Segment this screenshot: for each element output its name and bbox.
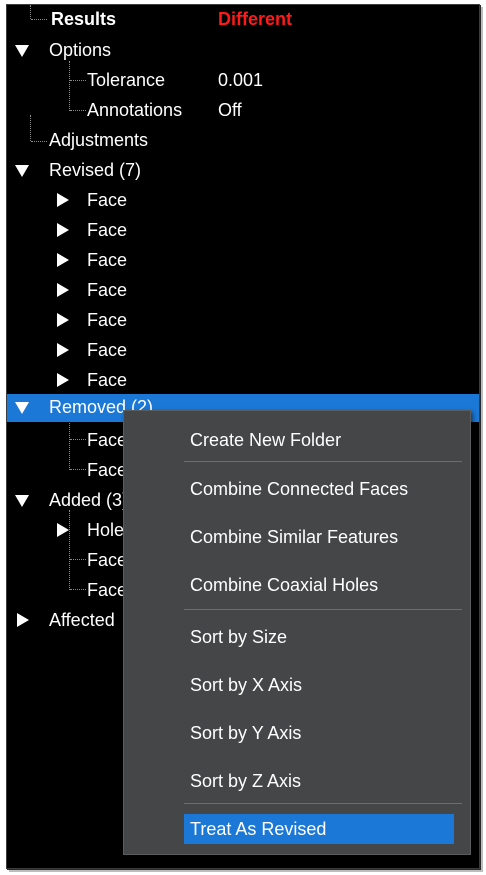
collapsed-icon[interactable]: [57, 283, 69, 297]
adjustments-label: Adjustments: [49, 130, 149, 150]
context-menu: Create New Folder Combine Connected Face…: [123, 410, 471, 855]
menu-item-sort-by-size[interactable]: Sort by Size: [184, 621, 454, 653]
expanded-icon[interactable]: [15, 495, 29, 507]
expanded-icon[interactable]: [15, 402, 29, 414]
tree-item-face[interactable]: Face: [7, 186, 479, 216]
collapsed-icon[interactable]: [57, 223, 69, 237]
face-label: Face: [87, 460, 128, 480]
face-label: Face: [87, 430, 128, 450]
collapsed-icon[interactable]: [57, 343, 69, 357]
menu-item-sort-by-y-axis[interactable]: Sort by Y Axis: [184, 717, 454, 749]
tree-item-face[interactable]: Face: [7, 336, 479, 366]
added-label: Added (3): [49, 490, 129, 510]
affected-label: Affected: [49, 610, 115, 630]
results-label: Results: [51, 9, 117, 29]
menu-item-create-new-folder[interactable]: Create New Folder: [184, 424, 454, 456]
menu-separator: [184, 609, 462, 610]
collapsed-icon[interactable]: [57, 313, 69, 327]
menu-item-sort-by-z-axis[interactable]: Sort by Z Axis: [184, 765, 454, 797]
collapsed-icon[interactable]: [17, 613, 29, 627]
face-label: Face: [87, 550, 128, 570]
annotations-label: Annotations: [87, 100, 183, 120]
menu-separator: [184, 803, 462, 804]
tolerance-value: 0.001: [218, 70, 264, 90]
comparison-tree-panel: Results Different Options Tolerance 0.00…: [6, 4, 480, 869]
tree-item-revised[interactable]: Revised (7): [7, 156, 479, 186]
collapsed-icon[interactable]: [57, 523, 69, 537]
tree-item-face[interactable]: Face: [7, 276, 479, 306]
collapsed-icon[interactable]: [57, 373, 69, 387]
tree-item-face[interactable]: Face: [7, 216, 479, 246]
tree-item-options[interactable]: Options: [7, 36, 479, 66]
menu-item-combine-connected-faces[interactable]: Combine Connected Faces: [184, 473, 454, 505]
face-label: Face: [87, 250, 128, 270]
tree-item-face[interactable]: Face: [7, 246, 479, 276]
collapsed-icon[interactable]: [57, 253, 69, 267]
hole-label: Hole: [87, 520, 125, 540]
annotations-value: Off: [218, 100, 242, 120]
menu-separator: [184, 461, 462, 462]
expanded-icon[interactable]: [15, 165, 29, 177]
revised-label: Revised (7): [49, 160, 142, 180]
tree-item-adjustments[interactable]: Adjustments: [7, 126, 479, 156]
tree-item-tolerance[interactable]: Tolerance 0.001: [7, 66, 479, 96]
menu-item-combine-similar-features[interactable]: Combine Similar Features: [184, 521, 454, 553]
options-label: Options: [49, 40, 112, 60]
face-label: Face: [87, 190, 128, 210]
tree-item-face[interactable]: Face: [7, 306, 479, 336]
face-label: Face: [87, 580, 128, 600]
face-label: Face: [87, 370, 128, 390]
tree-item-results[interactable]: Results Different: [7, 5, 479, 35]
expanded-icon[interactable]: [15, 45, 29, 57]
menu-item-sort-by-x-axis[interactable]: Sort by X Axis: [184, 669, 454, 701]
menu-item-combine-coaxial-holes[interactable]: Combine Coaxial Holes: [184, 569, 454, 601]
face-label: Face: [87, 220, 128, 240]
results-value: Different: [218, 9, 293, 29]
face-label: Face: [87, 310, 128, 330]
face-label: Face: [87, 280, 128, 300]
tolerance-label: Tolerance: [87, 70, 166, 90]
tree-item-annotations[interactable]: Annotations Off: [7, 96, 479, 126]
menu-item-treat-as-revised[interactable]: Treat As Revised: [184, 814, 454, 844]
collapsed-icon[interactable]: [57, 193, 69, 207]
tree-item-face[interactable]: Face: [7, 366, 479, 396]
face-label: Face: [87, 340, 128, 360]
